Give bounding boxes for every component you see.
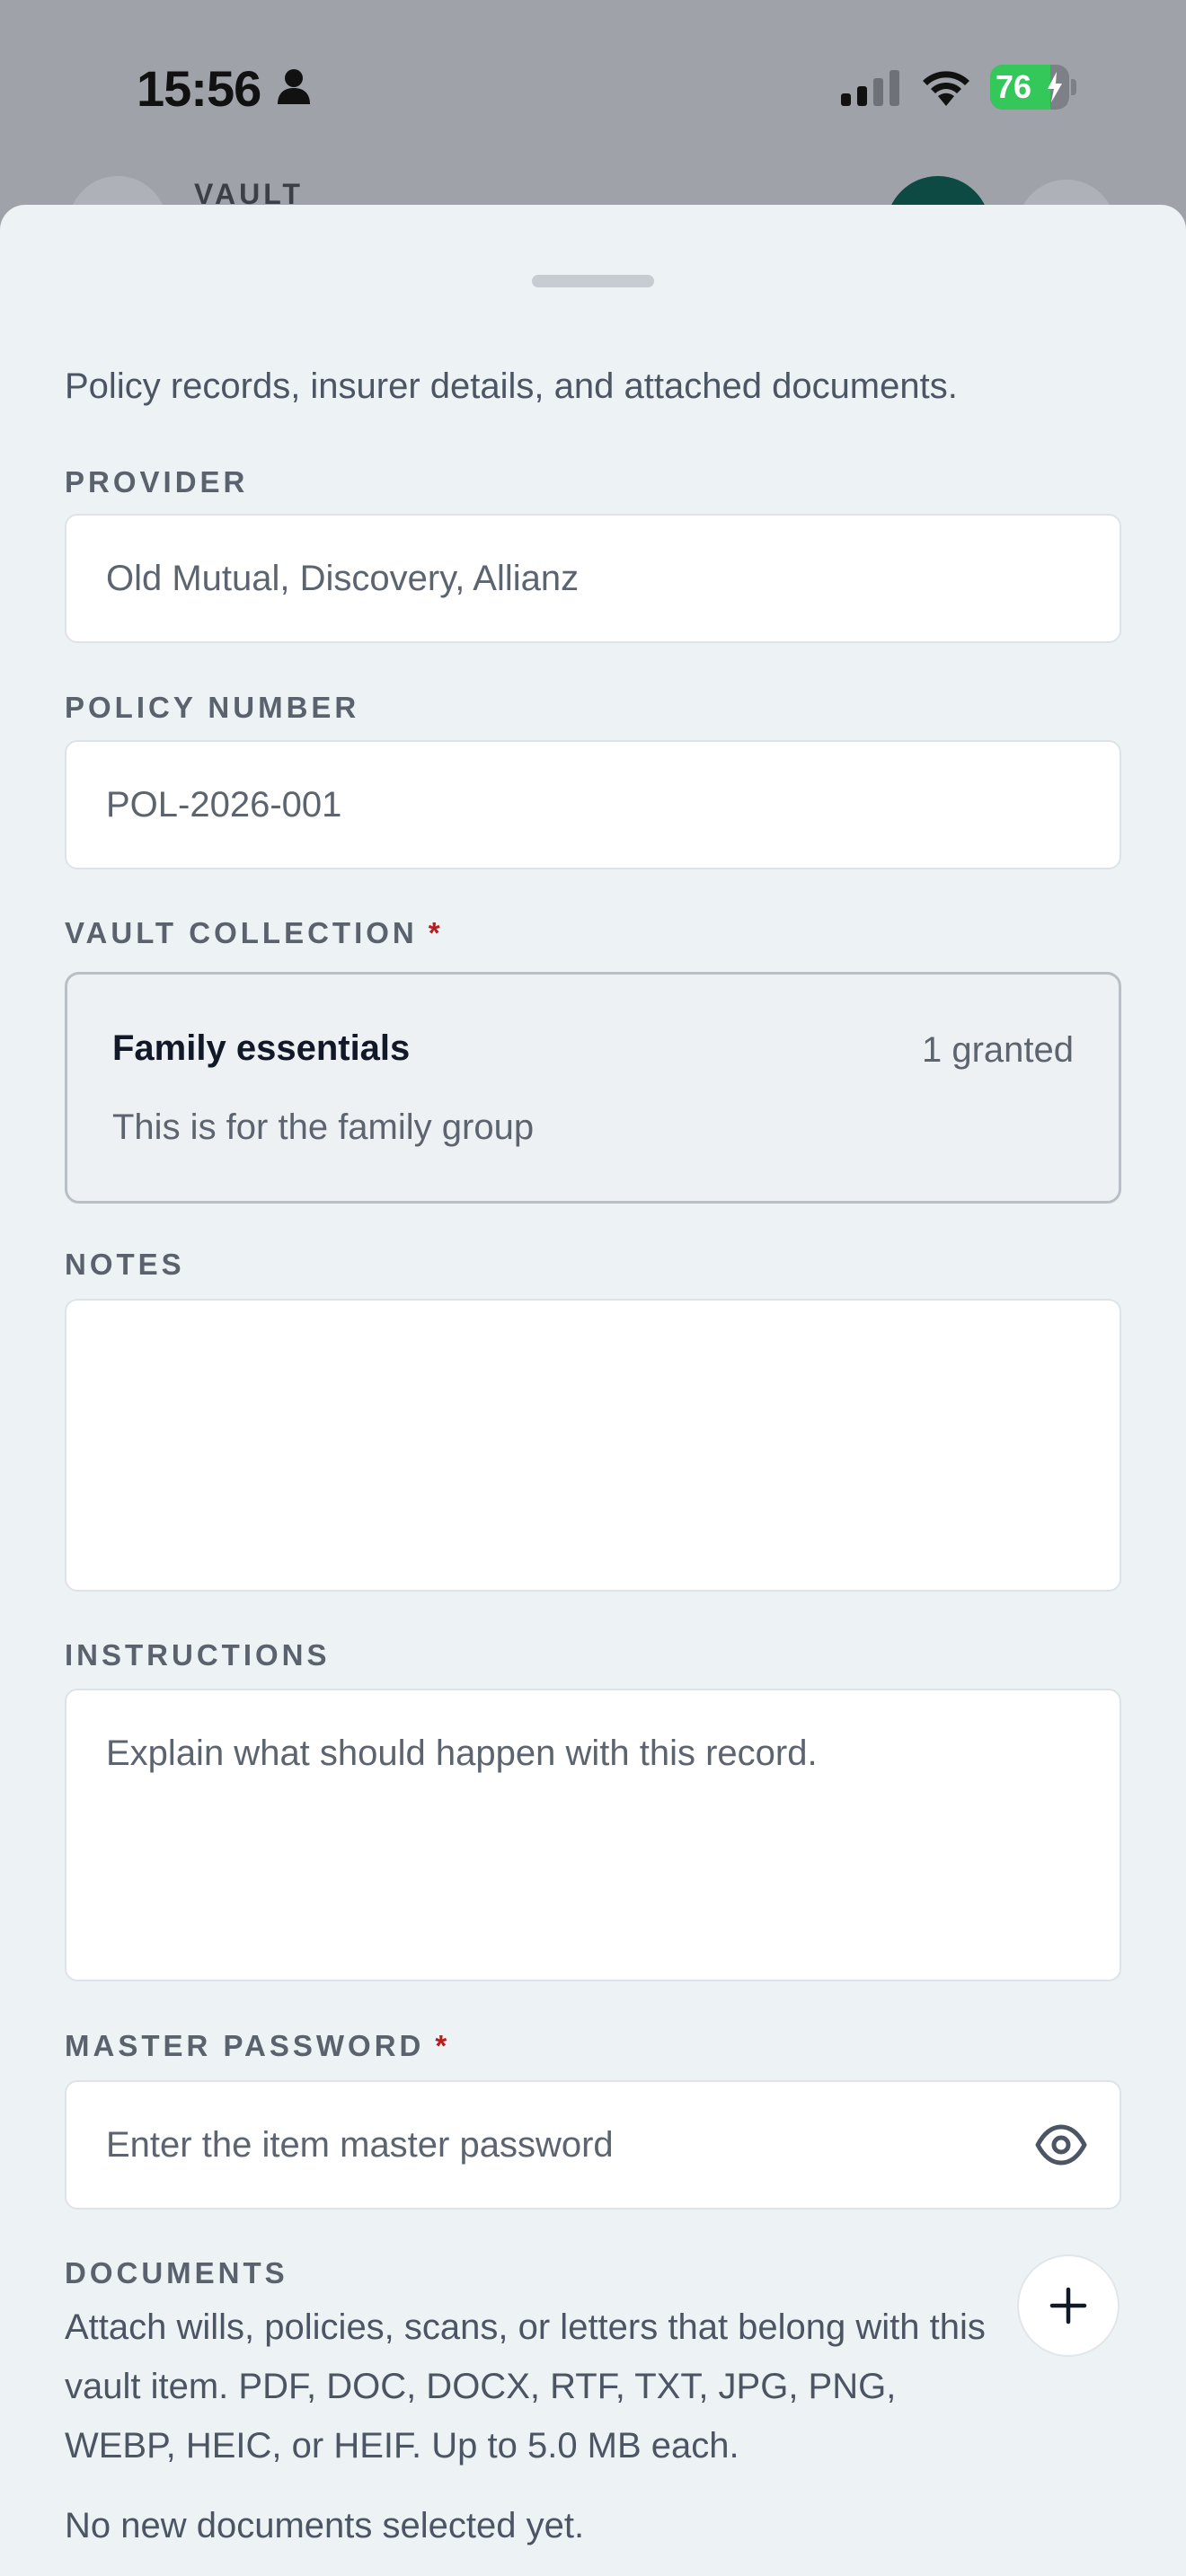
battery-charging-icon: 76	[990, 65, 1076, 110]
status-time: 15:56	[137, 60, 261, 117]
documents-empty-state: No new documents selected yet.	[65, 2506, 585, 2545]
policy-number-input[interactable]: POL-2026-001	[65, 740, 1121, 869]
provider-label: PROVIDER	[65, 465, 249, 498]
battery-level: 76	[996, 68, 1032, 105]
status-bar: 15:56 76	[0, 0, 1186, 171]
collection-count: 1 granted	[921, 1030, 1074, 1070]
instructions-label: INSTRUCTIONS	[65, 1638, 331, 1672]
documents-label: DOCUMENTS	[65, 2256, 288, 2289]
plus-icon	[1049, 2287, 1087, 2325]
collection-name: Family essentials	[112, 1028, 411, 1068]
policy-number-placeholder: POL-2026-001	[106, 785, 342, 825]
bolt-icon	[1048, 72, 1062, 102]
wifi-icon	[923, 71, 969, 106]
master-password-label: MASTER PASSWORD *	[65, 2029, 447, 2063]
master-password-placeholder: Enter the item master password	[106, 2125, 614, 2165]
collection-description: This is for the family group	[112, 1107, 535, 1147]
provider-input[interactable]: Old Mutual, Discovery, Allianz	[65, 514, 1121, 643]
sheet-grabber[interactable]	[532, 275, 654, 287]
vault-collection-label: VAULT COLLECTION *	[65, 916, 440, 950]
notes-label: NOTES	[65, 1248, 185, 1281]
required-mark: *	[435, 2029, 447, 2062]
policy-number-label: POLICY NUMBER	[65, 691, 360, 724]
documents-help: Attach wills, policies, scans, or letter…	[65, 2307, 986, 2466]
person-icon	[278, 69, 310, 104]
add-document-button[interactable]	[1017, 2254, 1120, 2357]
form-sheet: Policy records, insurer details, and att…	[0, 205, 1186, 2576]
signal-icon	[841, 70, 899, 106]
eye-icon[interactable]	[1035, 2122, 1087, 2168]
master-password-input[interactable]: Enter the item master password	[65, 2080, 1121, 2210]
master-password-label-text: MASTER PASSWORD	[65, 2029, 425, 2062]
instructions-textarea[interactable]: Explain what should happen with this rec…	[65, 1689, 1121, 1981]
vault-collection-option[interactable]: Family essentials 1 granted This is for …	[65, 972, 1121, 1204]
sheet-description: Policy records, insurer details, and att…	[65, 366, 958, 406]
notes-textarea[interactable]	[65, 1299, 1121, 1592]
required-mark: *	[428, 916, 440, 949]
instructions-placeholder: Explain what should happen with this rec…	[106, 1734, 818, 1773]
provider-placeholder: Old Mutual, Discovery, Allianz	[106, 559, 580, 598]
vault-collection-label-text: VAULT COLLECTION	[65, 916, 418, 949]
